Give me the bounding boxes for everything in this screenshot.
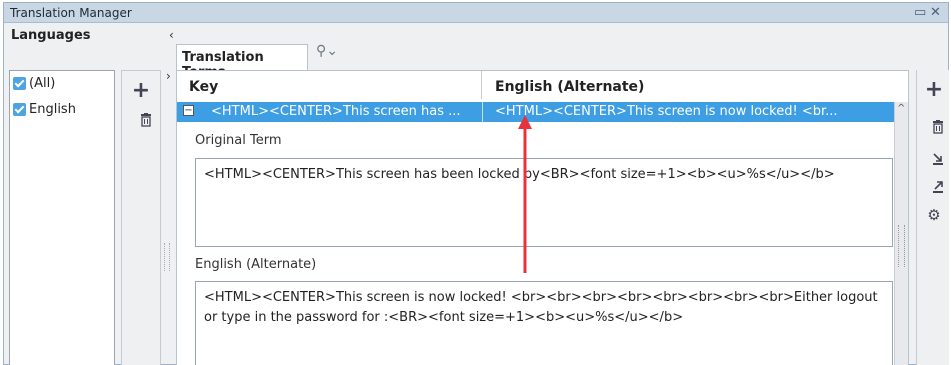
translation-manager-window: Translation Manager ▭ ✕ Languages (All) … <box>3 2 949 365</box>
language-label: (All) <box>29 75 56 91</box>
language-label: English <box>29 101 76 117</box>
settings-icon[interactable]: ⚙ <box>924 206 944 224</box>
original-term-label: Original Term <box>195 133 282 148</box>
column-header-key[interactable]: Key <box>177 71 482 99</box>
window-title: Translation Manager <box>10 6 132 20</box>
original-term-field[interactable]: <HTML><CENTER>This screen has been locke… <box>195 158 893 247</box>
cell-key: <HTML><CENTER>This screen has ... <box>211 104 461 119</box>
alternate-term-field[interactable]: <HTML><CENTER>This screen is now locked!… <box>195 281 893 365</box>
scroll-up-icon[interactable]: ^ <box>897 103 905 114</box>
collapse-left-icon[interactable]: ‹ <box>169 28 174 42</box>
checkbox-checked-icon[interactable] <box>13 76 26 90</box>
restore-icon[interactable]: ▭ <box>914 5 926 20</box>
cell-divider <box>482 102 483 122</box>
languages-header: Languages <box>11 28 91 43</box>
add-language-icon[interactable]: + <box>131 80 151 102</box>
languages-toolbar: + <box>121 70 161 365</box>
checkbox-checked-icon[interactable] <box>13 102 26 116</box>
tab-translation-terms[interactable]: Translation Terms <box>176 44 308 80</box>
import-icon[interactable] <box>928 152 948 166</box>
terms-toolbar: + ⚙ <box>916 70 949 365</box>
splitter-handle[interactable] <box>164 243 170 271</box>
delete-term-icon[interactable] <box>928 120 948 134</box>
language-item-all[interactable]: (All) <box>13 73 55 93</box>
table-row-selected[interactable]: − <HTML><CENTER>This screen has ... <HTM… <box>177 102 894 122</box>
cell-alternate: <HTML><CENTER>This screen is now locked!… <box>495 104 838 119</box>
close-icon[interactable]: ✕ <box>930 5 941 20</box>
expand-right-icon[interactable]: › <box>166 69 171 83</box>
search-icon[interactable]: ⚲⌄ <box>316 43 338 59</box>
vertical-scrollbar[interactable]: ^ <box>894 102 908 365</box>
delete-language-icon[interactable] <box>136 113 156 127</box>
language-item-english[interactable]: English <box>13 99 76 119</box>
collapse-row-icon[interactable]: − <box>183 105 194 116</box>
languages-list: (All) English <box>9 70 115 365</box>
scrollbar-thumb[interactable] <box>898 225 905 267</box>
column-header-alternate[interactable]: English (Alternate) <box>483 71 887 99</box>
terms-table: Key English (Alternate) − <HTML><CENTER>… <box>176 70 909 365</box>
add-term-icon[interactable]: + <box>924 79 944 101</box>
alternate-label: English (Alternate) <box>195 257 317 272</box>
export-icon[interactable] <box>928 180 948 194</box>
title-bar: Translation Manager ▭ ✕ <box>4 3 948 23</box>
